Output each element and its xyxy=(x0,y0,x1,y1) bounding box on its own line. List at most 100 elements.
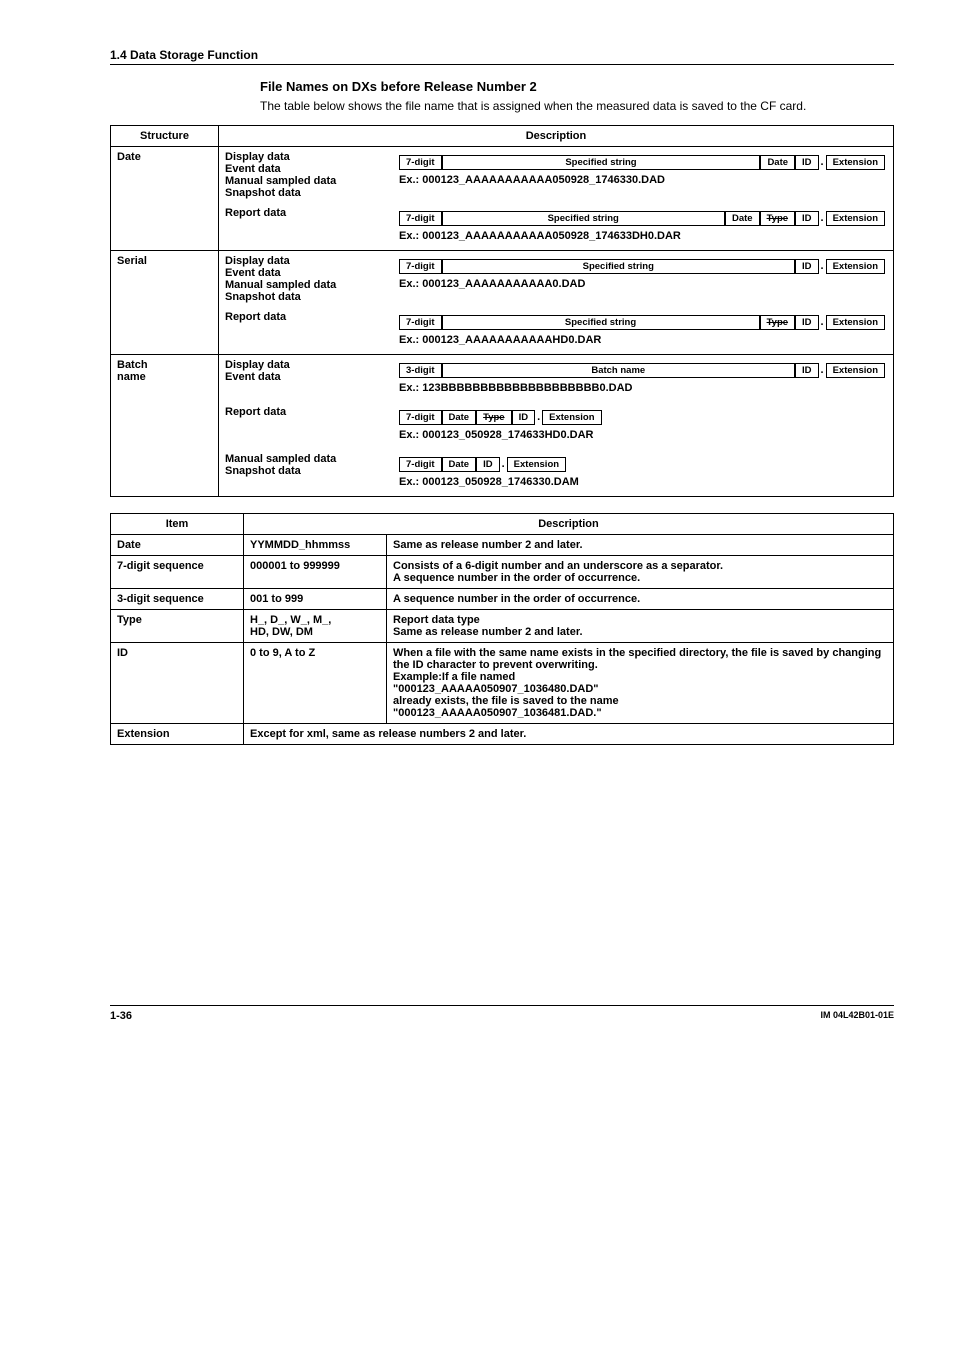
item-value: 000001 to 999999 xyxy=(244,555,387,588)
tag-row: 7-digitSpecified stringDateID.Extension xyxy=(399,155,885,170)
filename-pattern: 3-digitBatch nameID.Extension Ex.: 123BBB… xyxy=(391,354,894,402)
tag-id: ID xyxy=(476,457,500,472)
structure-label: Batch name xyxy=(111,354,219,496)
data-types: Display data Event data Manual sampled d… xyxy=(219,146,392,203)
data-types: Report data xyxy=(219,203,392,251)
th-item: Item xyxy=(111,513,244,534)
page-number: 1-36 xyxy=(110,1010,132,1022)
tag-7-digit: 7-digit xyxy=(399,155,442,170)
item-desc: Report data type Same as release number … xyxy=(387,609,894,642)
filename-pattern: 7-digitSpecified stringDateTypeID.Extens… xyxy=(391,203,894,251)
tag-specified-string: Specified string xyxy=(442,315,760,330)
tag-date: Date xyxy=(442,457,477,472)
tag-type: Type xyxy=(760,211,795,226)
tag-extension: Extension xyxy=(826,363,885,378)
item-label: 7-digit sequence xyxy=(111,555,244,588)
th-description-2: Description xyxy=(244,513,894,534)
item-label: 3-digit sequence xyxy=(111,588,244,609)
structure-label: Serial xyxy=(111,250,219,354)
filename-pattern: 7-digitSpecified stringTypeID.ExtensionE… xyxy=(391,307,894,355)
item-desc: Same as release number 2 and later. xyxy=(387,534,894,555)
tag-row: 7-digitSpecified stringTypeID.Extension xyxy=(399,315,885,330)
tag-type: Type xyxy=(476,410,511,425)
tag-batch-name: Batch name xyxy=(442,363,796,378)
tag-date: Date xyxy=(725,211,760,226)
item-value: 001 to 999 xyxy=(244,588,387,609)
tag-7-digit: 7-digit xyxy=(399,211,442,226)
tag-row: 7-digitDateTypeID.Extension xyxy=(399,410,885,425)
tag-7-digit: 7-digit xyxy=(399,315,442,330)
item-label: Date xyxy=(111,534,244,555)
page-footer: 1-36 IM 04L42B01-01E xyxy=(110,1005,894,1022)
item-desc: Except for xml, same as release numbers … xyxy=(244,723,894,744)
th-structure: Structure xyxy=(111,125,219,146)
tag-extension: Extension xyxy=(826,259,885,274)
item-label: Type xyxy=(111,609,244,642)
filename-pattern: 7-digitDateID.Extension Ex.: 000123_05092… xyxy=(391,449,894,497)
tag-id: ID xyxy=(795,211,819,226)
example-text: Ex.: 123BBBBBBBBBBBBBBBBBBBB0.DAD xyxy=(399,382,885,394)
example-text: Ex.: 000123_AAAAAAAAAAAHD0.DAR xyxy=(399,334,885,346)
tag-type: Type xyxy=(760,315,795,330)
tag-7-digit: 7-digit xyxy=(399,410,442,425)
tag-date: Date xyxy=(760,155,795,170)
tag-row: 7-digitSpecified stringID.Extension xyxy=(399,259,885,274)
doc-id: IM 04L42B01-01E xyxy=(820,1010,894,1022)
example-text: Ex.: 000123_AAAAAAAAAAA050928_174633DH0.… xyxy=(399,230,885,242)
tag-7-digit: 7-digit xyxy=(399,457,442,472)
item-value: H_, D_, W_, M_, HD, DW, DM xyxy=(244,609,387,642)
th-description: Description xyxy=(219,125,894,146)
tag-specified-string: Specified string xyxy=(442,211,725,226)
intro-paragraph: The table below shows the file name that… xyxy=(260,98,894,115)
section-header: 1.4 Data Storage Function xyxy=(110,48,894,65)
filename-pattern: 7-digitDateTypeID.Extension Ex.: 000123_0… xyxy=(391,402,894,449)
structure-table: Structure Description DateDisplay data E… xyxy=(110,125,894,497)
tag-id: ID xyxy=(795,155,819,170)
tag-id: ID xyxy=(795,259,819,274)
example-text: Ex.: 000123_AAAAAAAAAAA050928_1746330.DA… xyxy=(399,174,885,186)
tag-date: Date xyxy=(442,410,477,425)
tag-extension: Extension xyxy=(826,155,885,170)
example-text: Ex.: 000123_AAAAAAAAAAA0.DAD xyxy=(399,278,885,290)
dot-separator: . xyxy=(535,411,542,423)
tag-id: ID xyxy=(795,363,819,378)
filename-pattern: 7-digitSpecified stringID.Extension Ex.: … xyxy=(391,250,894,307)
dot-separator: . xyxy=(819,212,826,224)
tag-specified-string: Specified string xyxy=(442,259,796,274)
tag-extension: Extension xyxy=(826,211,885,226)
example-text: Ex.: 000123_050928_174633HD0.DAR xyxy=(399,429,885,441)
item-desc: Consists of a 6-digit number and an unde… xyxy=(387,555,894,588)
item-label: ID xyxy=(111,642,244,723)
data-types: Display data Event data xyxy=(219,354,392,402)
item-value: 0 to 9, A to Z xyxy=(244,642,387,723)
tag-extension: Extension xyxy=(507,457,566,472)
item-label: Extension xyxy=(111,723,244,744)
item-value: YYMMDD_hhmmss xyxy=(244,534,387,555)
item-desc: When a file with the same name exists in… xyxy=(387,642,894,723)
filename-pattern: 7-digitSpecified stringDateID.ExtensionE… xyxy=(391,146,894,203)
structure-label: Date xyxy=(111,146,219,250)
tag-extension: Extension xyxy=(826,315,885,330)
dot-separator: . xyxy=(819,156,826,168)
item-desc: A sequence number in the order of occurr… xyxy=(387,588,894,609)
dot-separator: . xyxy=(819,260,826,272)
dot-separator: . xyxy=(819,364,826,376)
tag-id: ID xyxy=(795,315,819,330)
dot-separator: . xyxy=(819,316,826,328)
subheading: File Names on DXs before Release Number … xyxy=(260,79,894,94)
dot-separator: . xyxy=(500,458,507,470)
example-text: Ex.: 000123_050928_1746330.DAM xyxy=(399,476,885,488)
tag-7-digit: 7-digit xyxy=(399,259,442,274)
tag-row: 7-digitSpecified stringDateTypeID.Extens… xyxy=(399,211,885,226)
tag-specified-string: Specified string xyxy=(442,155,761,170)
data-types: Report data xyxy=(219,307,392,355)
tag-extension: Extension xyxy=(542,410,601,425)
tag-row: 3-digitBatch nameID.Extension xyxy=(399,363,885,378)
tag-id: ID xyxy=(512,410,536,425)
data-types: Manual sampled data Snapshot data xyxy=(219,449,392,497)
tag-row: 7-digitDateID.Extension xyxy=(399,457,885,472)
item-table: Item Description DateYYMMDD_hhmmssSame a… xyxy=(110,513,894,745)
data-types: Report data xyxy=(219,402,392,449)
data-types: Display data Event data Manual sampled d… xyxy=(219,250,392,307)
tag-3-digit: 3-digit xyxy=(399,363,442,378)
